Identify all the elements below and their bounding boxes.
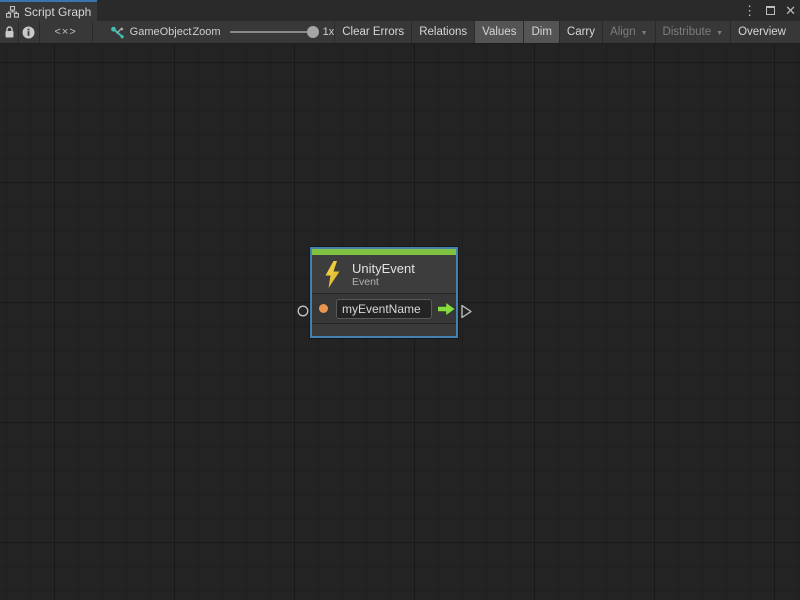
- dim-toggle[interactable]: Dim: [524, 21, 559, 43]
- distribute-dropdown[interactable]: Distribute ▼: [656, 21, 732, 43]
- event-name-input[interactable]: [336, 299, 432, 319]
- target-label: GameObject: [130, 26, 192, 38]
- zoom-slider[interactable]: [230, 31, 314, 33]
- lock-icon: [4, 26, 15, 39]
- node-body: [312, 294, 456, 324]
- maximize-icon[interactable]: [766, 6, 775, 15]
- graph-canvas[interactable]: UnityEvent Event: [0, 44, 800, 600]
- values-toggle[interactable]: Values: [475, 21, 524, 43]
- lightning-bolt-icon: [325, 261, 340, 288]
- tab-label: Script Graph: [24, 5, 91, 19]
- code-preview-toggle[interactable]: <×>: [40, 21, 93, 43]
- script-graph-icon: [6, 6, 19, 18]
- align-label: Align: [610, 26, 636, 38]
- info-button[interactable]: [19, 21, 39, 43]
- flow-arrow-icon: [438, 302, 455, 316]
- zoom-control: Zoom 1x: [192, 21, 335, 43]
- close-icon[interactable]: ✕: [785, 0, 796, 21]
- input-control-port[interactable]: [297, 305, 309, 317]
- chevron-down-icon: ▼: [716, 30, 723, 37]
- clear-errors-button[interactable]: Clear Errors: [335, 21, 412, 43]
- zoom-slider-thumb[interactable]: [307, 26, 319, 38]
- tab-bar: Script Graph ⋮ ✕: [0, 0, 800, 21]
- zoom-value: 1x: [323, 26, 335, 38]
- node-subtitle: Event: [352, 276, 415, 288]
- value-input-port[interactable]: [319, 304, 328, 313]
- chevron-down-icon: ▼: [641, 30, 648, 37]
- node-title: UnityEvent: [352, 261, 415, 276]
- output-control-port[interactable]: [460, 304, 473, 319]
- carry-toggle[interactable]: Carry: [560, 21, 603, 43]
- graph-target[interactable]: GameObject: [93, 21, 193, 43]
- zoom-label: Zoom: [192, 26, 220, 38]
- graph-asset-icon: [110, 26, 125, 39]
- code-toggle-label: <×>: [54, 26, 76, 38]
- relations-toggle[interactable]: Relations: [412, 21, 475, 43]
- info-icon: [22, 26, 35, 39]
- align-dropdown[interactable]: Align ▼: [603, 21, 656, 43]
- unity-event-node[interactable]: UnityEvent Event: [310, 247, 458, 338]
- menu-icon[interactable]: ⋮: [743, 0, 756, 21]
- window-controls: ⋮ ✕: [743, 0, 796, 21]
- lock-button[interactable]: [0, 21, 19, 43]
- distribute-label: Distribute: [663, 26, 712, 38]
- overview-button[interactable]: Overview: [731, 21, 800, 43]
- tab-script-graph[interactable]: Script Graph: [0, 0, 97, 21]
- node-footer: [312, 324, 456, 334]
- node-header[interactable]: UnityEvent Event: [312, 255, 456, 294]
- graph-toolbar: <×> GameObject Zoom 1x Clear Errors Rela…: [0, 21, 800, 44]
- script-graph-window: Script Graph ⋮ ✕ <×>: [0, 0, 800, 600]
